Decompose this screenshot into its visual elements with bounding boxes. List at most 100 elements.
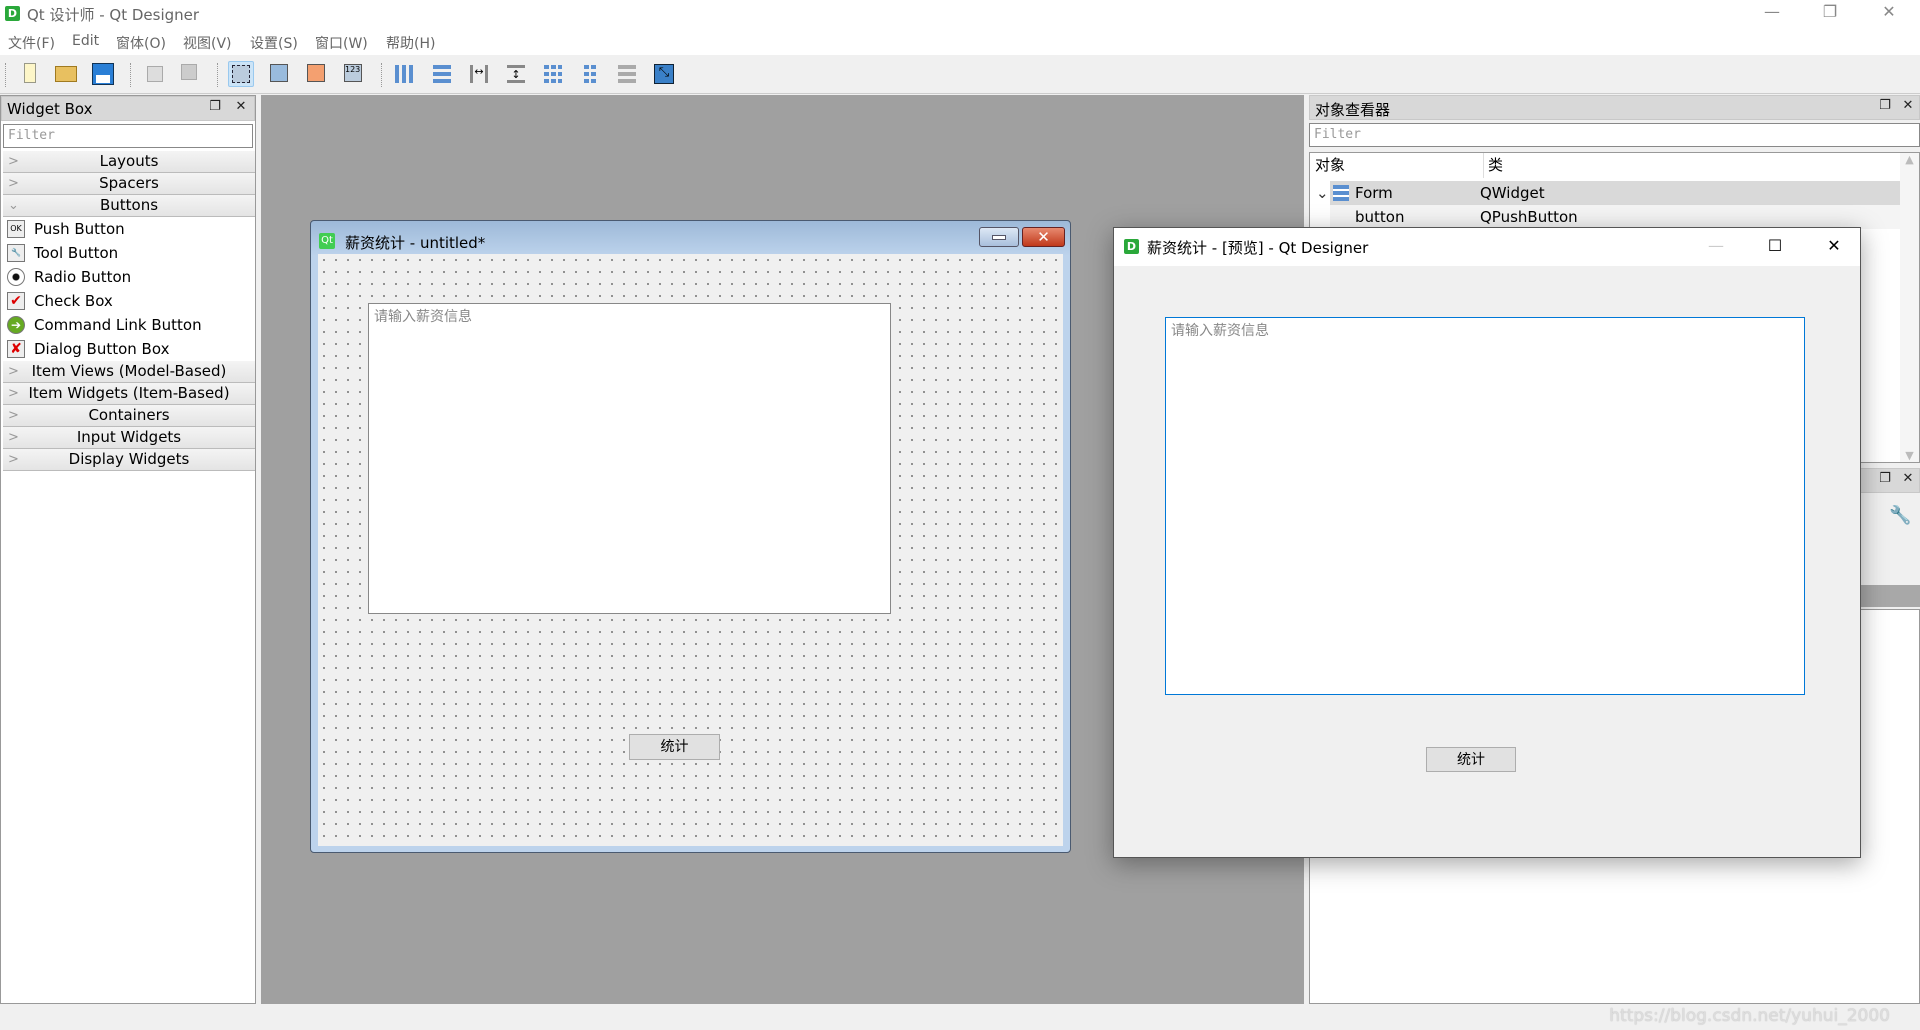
watermark: https://blog.csdn.net/yuhui_2000 [1609, 1006, 1890, 1026]
chevron-right-icon: > [8, 452, 19, 467]
close-icon[interactable]: ✕ [1900, 471, 1916, 487]
object-class: QWidget [1480, 184, 1545, 202]
category-containers[interactable]: > Containers [3, 405, 255, 427]
chevron-down-icon[interactable]: ⌄ [1316, 181, 1329, 205]
preview-title-bar: D 薪资统计 - [预览] - Qt Designer — ☐ ✕ [1114, 228, 1860, 266]
maximize-button[interactable]: ☐ [1755, 236, 1795, 258]
wrench-icon[interactable]: 🔧 [1889, 505, 1911, 526]
chevron-right-icon: > [8, 386, 19, 401]
qt-logo-icon: Qt [319, 233, 335, 249]
float-icon[interactable]: ❐ [1877, 98, 1893, 114]
chevron-right-icon: > [8, 408, 19, 423]
menu-view[interactable]: 视图(V) [183, 33, 232, 53]
object-name: button [1355, 208, 1405, 226]
category-spacers[interactable]: > Spacers [3, 173, 255, 195]
tree-scrollbar[interactable]: ▲ ▼ [1900, 153, 1919, 462]
widget-filter-input[interactable]: Filter [3, 124, 253, 148]
close-icon[interactable]: ✕ [233, 99, 249, 115]
column-header-class[interactable]: 类 [1488, 153, 1503, 178]
textedit-placeholder: 请输入薪资信息 [374, 309, 472, 325]
menu-help[interactable]: 帮助(H) [386, 33, 435, 53]
layout-form-icon[interactable] [577, 61, 603, 87]
preview-window[interactable]: D 薪资统计 - [预览] - Qt Designer — ☐ ✕ 请输入薪资信… [1113, 227, 1861, 858]
menu-bar: 文件(F) Edit 窗体(O) 视图(V) 设置(S) 窗口(W) 帮助(H) [0, 27, 1920, 55]
category-item-views[interactable]: > Item Views (Model-Based) [3, 361, 255, 383]
close-icon[interactable]: ✕ [1900, 98, 1916, 114]
radio-button-icon [7, 268, 25, 286]
salary-textedit[interactable]: 请输入薪资信息 [368, 303, 891, 614]
form-window-title: 薪资统计 - untitled* [345, 234, 486, 252]
textedit-placeholder: 请输入薪资信息 [1171, 323, 1269, 339]
menu-edit[interactable]: Edit [72, 33, 99, 49]
widget-push-button[interactable]: OK Push Button [7, 217, 125, 241]
menu-file[interactable]: 文件(F) [8, 33, 55, 53]
chevron-right-icon: > [8, 364, 19, 379]
float-icon[interactable]: ❐ [207, 99, 223, 115]
category-label: Containers [88, 406, 170, 424]
layout-horizontal-icon[interactable] [391, 61, 417, 87]
category-input-widgets[interactable]: > Input Widgets [3, 427, 255, 449]
category-label: Item Widgets (Item-Based) [28, 384, 230, 402]
object-filter-input[interactable]: Filter [1309, 123, 1920, 147]
category-label: Buttons [99, 196, 159, 214]
menu-settings[interactable]: 设置(S) [250, 33, 298, 53]
adjust-size-icon[interactable]: ⤡ [651, 61, 677, 87]
tree-row-button[interactable]: button QPushButton [1330, 205, 1900, 229]
save-icon[interactable] [90, 61, 116, 87]
category-item-widgets[interactable]: > Item Widgets (Item-Based) [3, 383, 255, 405]
column-header-object[interactable]: 对象 [1315, 153, 1345, 178]
widget-tool-button[interactable]: 🔧 Tool Button [7, 241, 118, 265]
close-button[interactable]: ✕ [1869, 2, 1909, 24]
object-class: QPushButton [1480, 208, 1578, 226]
edit-signals-slots-icon[interactable] [267, 61, 293, 87]
edit-tab-order-icon[interactable]: 123 [341, 61, 367, 87]
stat-button[interactable]: 统计 [629, 734, 720, 760]
bring-to-front-icon[interactable] [178, 61, 204, 87]
widget-label: Tool Button [34, 244, 119, 262]
chevron-right-icon: > [8, 176, 19, 191]
close-button[interactable]: ✕ [1022, 227, 1065, 247]
open-icon[interactable] [53, 61, 79, 87]
form-canvas[interactable]: 请输入薪资信息 统计 [318, 254, 1063, 846]
layout-vertical-icon[interactable] [429, 61, 455, 87]
object-inspector-title: 对象查看器 [1315, 101, 1391, 119]
close-button[interactable]: ✕ [1814, 236, 1854, 258]
minimize-button[interactable]: — [1752, 2, 1792, 24]
dialog-button-box-icon: ✘ [7, 340, 25, 358]
tree-row-form[interactable]: ⌄ Form QWidget [1316, 181, 1900, 205]
push-button-icon: OK [7, 220, 25, 238]
category-display-widgets[interactable]: > Display Widgets [3, 449, 255, 471]
arrow-right-circle-icon: ➔ [7, 316, 25, 334]
send-to-back-icon[interactable] [142, 61, 168, 87]
widget-radio-button[interactable]: Radio Button [7, 265, 131, 289]
layout-v-splitter-icon[interactable]: ↕ [503, 61, 529, 87]
chevron-right-icon: > [8, 430, 19, 445]
float-icon[interactable]: ❐ [1877, 471, 1893, 487]
preview-window-title: 薪资统计 - [预览] - Qt Designer [1147, 239, 1369, 257]
menu-window[interactable]: 窗口(W) [315, 33, 368, 53]
salary-textedit[interactable]: 请输入薪资信息 [1165, 317, 1805, 695]
layout-grid-icon[interactable] [540, 61, 566, 87]
minimize-button[interactable]: — [1696, 236, 1736, 258]
category-label: Spacers [99, 174, 159, 192]
stat-button[interactable]: 统计 [1426, 747, 1516, 772]
layout-h-splitter-icon[interactable]: ↔ [466, 61, 492, 87]
widget-check-box[interactable]: ✔ Check Box [7, 289, 113, 313]
form-editor-window[interactable]: Qt 薪资统计 - untitled* ✕ 请输入薪资信息 统计 [310, 220, 1071, 853]
widget-dialog-button-box[interactable]: ✘ Dialog Button Box [7, 337, 169, 361]
chevron-down-icon: ⌄ [8, 198, 19, 213]
widget-label: Command Link Button [34, 316, 202, 334]
widget-command-link-button[interactable]: ➔ Command Link Button [7, 313, 202, 337]
new-icon[interactable] [17, 61, 43, 87]
category-layouts[interactable]: > Layouts [3, 151, 255, 173]
minimize-button[interactable] [979, 227, 1019, 247]
menu-form[interactable]: 窗体(O) [116, 33, 166, 53]
edit-buddies-icon[interactable] [304, 61, 330, 87]
status-bar: https://blog.csdn.net/yuhui_2000 [0, 1004, 1920, 1030]
restore-button[interactable]: ❐ [1810, 2, 1850, 24]
break-layout-icon[interactable] [614, 61, 640, 87]
edit-widgets-icon[interactable] [228, 61, 254, 87]
category-buttons[interactable]: ⌄ Buttons [3, 195, 255, 217]
widget-box-panel: Widget Box ❐ ✕ Filter > Layouts > Spacers … [0, 95, 256, 1004]
check-box-icon: ✔ [7, 292, 25, 310]
